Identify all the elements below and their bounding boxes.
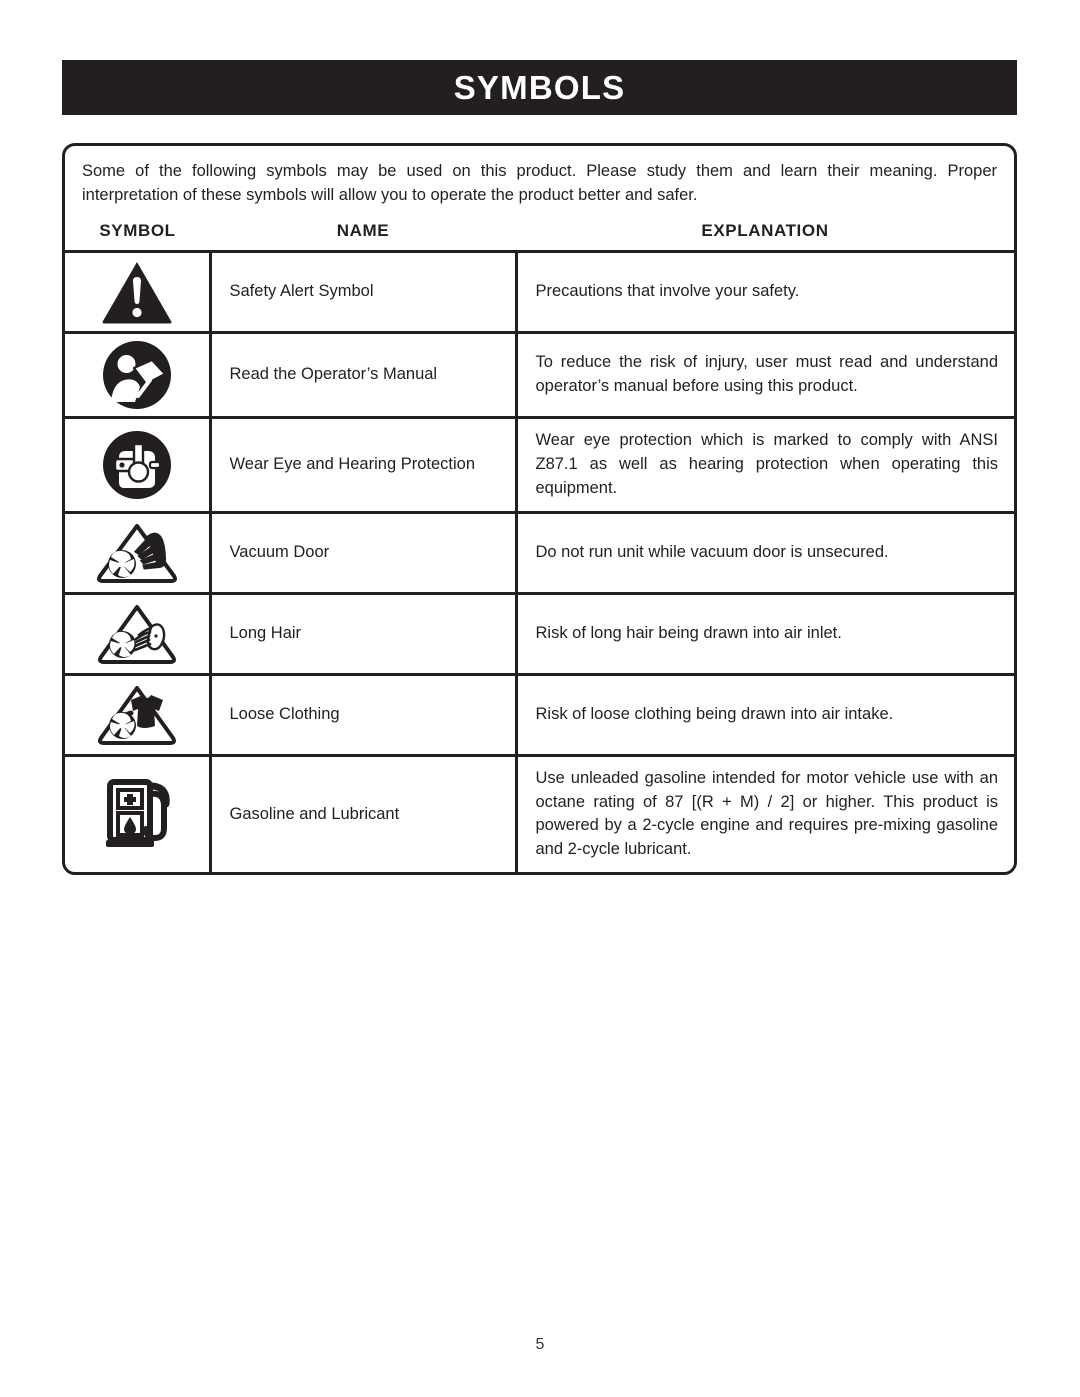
symbol-cell: [65, 591, 212, 675]
symbol-name: Safety Alert Symbol: [210, 249, 518, 333]
gasoline-pump-icon: [65, 774, 209, 854]
table-row: Loose Clothing Risk of loose clothing be…: [65, 672, 1014, 756]
symbol-cell: [65, 672, 212, 756]
column-header-explanation: EXPLANATION: [701, 220, 829, 240]
page-title: SYMBOLS: [453, 68, 626, 106]
intro-paragraph: Some of the following symbols may be use…: [82, 162, 997, 205]
page-number: 5: [535, 1336, 545, 1353]
symbol-explanation: Use unleaded gasoline intended for motor…: [516, 753, 1014, 873]
column-header-name: NAME: [336, 220, 390, 240]
symbol-explanation: Precautions that involve your safety.: [516, 249, 1014, 333]
symbol-explanation: Do not run unit while vacuum door is uns…: [516, 510, 1014, 594]
symbol-name: Wear Eye and Hearing Protection: [210, 415, 518, 513]
table-row: Wear Eye and Hearing Protection Wear eye…: [65, 415, 1014, 513]
loose-clothing-impeller-icon: [65, 682, 209, 748]
symbol-name: Long Hair: [210, 591, 518, 675]
symbol-explanation: To reduce the risk of injury, user must …: [516, 330, 1014, 418]
symbol-explanation: Wear eye protection which is marked to c…: [516, 415, 1014, 513]
symbol-name: Gasoline and Lubricant: [210, 753, 518, 873]
column-header-symbol: SYMBOL: [99, 220, 176, 240]
table-row: Vacuum Door Do not run unit while vacuum…: [65, 510, 1014, 594]
read-operators-manual-icon: [65, 340, 209, 410]
page-title-banner: SYMBOLS: [62, 60, 1017, 115]
symbols-panel: Some of the following symbols may be use…: [62, 143, 1017, 876]
table-column-headers: SYMBOL NAME EXPLANATION: [65, 214, 1014, 250]
table-row: Safety Alert Symbol Precautions that inv…: [65, 249, 1014, 333]
table-row: Long Hair Risk of long hair being drawn …: [65, 591, 1014, 675]
symbol-cell: [65, 415, 212, 513]
long-hair-impeller-icon: [65, 601, 209, 667]
vacuum-door-hand-impeller-icon: [65, 520, 209, 586]
safety-alert-triangle-icon: [65, 259, 209, 325]
table-row: Read the Operator’s Manual To reduce the…: [65, 330, 1014, 418]
symbol-explanation: Risk of loose clothing being drawn into …: [516, 672, 1014, 756]
eye-hearing-protection-icon: [65, 430, 209, 500]
symbol-cell: [65, 249, 212, 333]
symbol-cell: [65, 753, 212, 873]
symbol-name: Loose Clothing: [210, 672, 518, 756]
symbols-table: Safety Alert Symbol Precautions that inv…: [65, 249, 1014, 873]
table-row: Gasoline and Lubricant Use unleaded gaso…: [65, 753, 1014, 873]
symbol-explanation: Risk of long hair being drawn into air i…: [516, 591, 1014, 675]
symbol-name: Vacuum Door: [210, 510, 518, 594]
symbol-cell: [65, 510, 212, 594]
symbol-name: Read the Operator’s Manual: [210, 330, 518, 418]
symbol-cell: [65, 330, 212, 418]
